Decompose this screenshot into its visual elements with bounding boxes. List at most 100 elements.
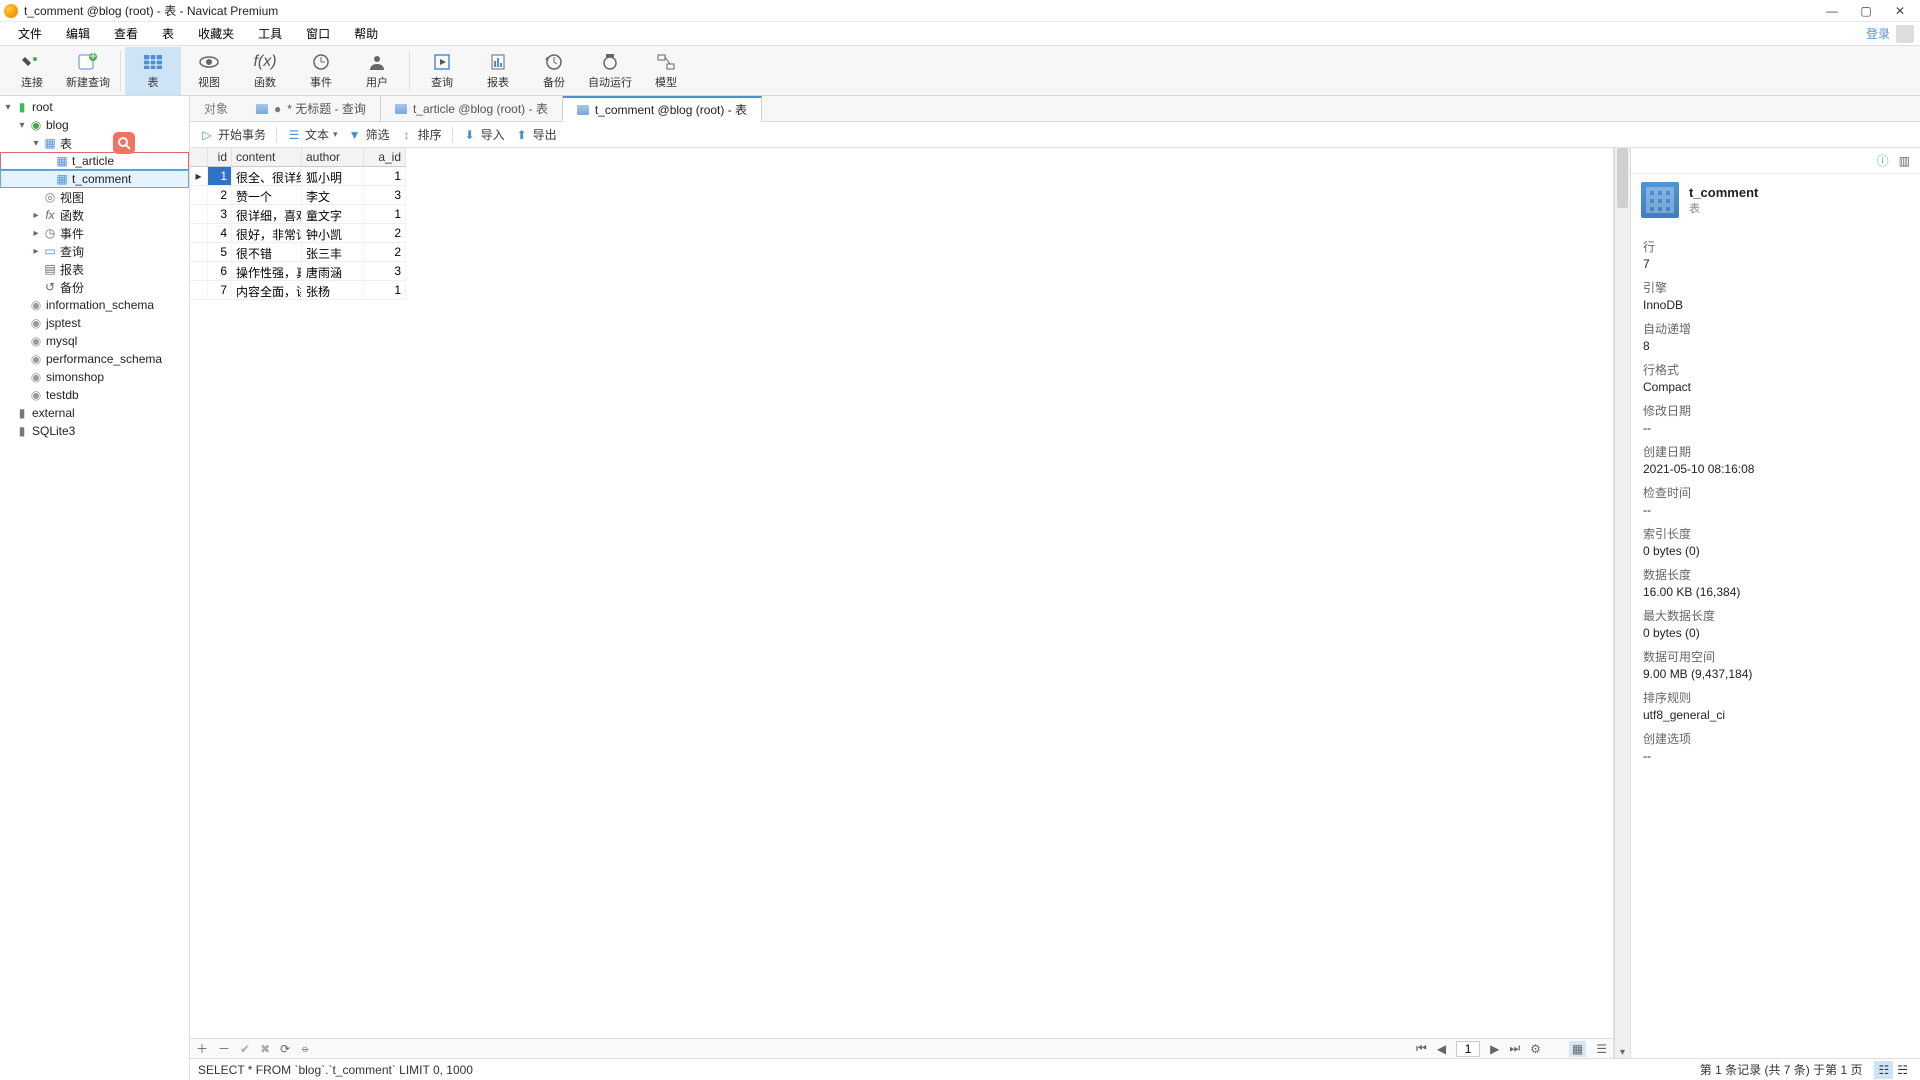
info-icon[interactable]: ⓘ [1877, 152, 1889, 169]
toolbar-automation[interactable]: 自动运行 [582, 47, 638, 95]
grid-view-button[interactable]: ▦ [1569, 1041, 1586, 1057]
panel-toggle-icon[interactable]: ▥ [1899, 154, 1910, 168]
first-page-button[interactable]: ⏮ [1416, 1041, 1427, 1056]
text-mode-button[interactable]: ☰ 文本 ▾ [287, 126, 338, 143]
page-input[interactable] [1456, 1041, 1480, 1057]
cell-id[interactable]: 3 [208, 205, 232, 224]
row-marker[interactable] [190, 205, 208, 224]
cell-author[interactable]: 唐雨涵 [302, 262, 364, 281]
tree-views[interactable]: ◎ 视图 [0, 188, 189, 206]
cell-id[interactable]: 2 [208, 186, 232, 205]
cell-content[interactable]: 操作性强，真 [232, 262, 302, 281]
row-marker[interactable] [190, 262, 208, 281]
add-row-button[interactable]: ＋ [196, 1040, 208, 1057]
cell-author[interactable]: 童文字 [302, 205, 364, 224]
tree-db-testdb[interactable]: ◉ testdb [0, 386, 189, 404]
cancel-button[interactable]: ✖ [260, 1042, 270, 1056]
export-button[interactable]: ⬆ 导出 [515, 126, 557, 143]
menu-window[interactable]: 窗口 [294, 23, 342, 44]
toolbar-query[interactable]: 查询 [414, 47, 470, 95]
import-button[interactable]: ⬇ 导入 [463, 126, 505, 143]
cell-aid[interactable]: 3 [364, 186, 406, 205]
tree-db-blog[interactable]: ▾ ◉ blog [0, 116, 189, 134]
column-header-aid[interactable]: a_id [364, 148, 406, 167]
cell-author[interactable]: 狐小明 [302, 167, 364, 186]
maximize-button[interactable]: ▢ [1858, 4, 1874, 18]
cell-content[interactable]: 内容全面，讲 [232, 281, 302, 300]
sidebar-tree[interactable]: ▾ ▮ root ▾ ◉ blog ▾ ▦ 表 ▦ t_article ▦ t_… [0, 96, 190, 1080]
form-view-button[interactable]: ☰ [1596, 1042, 1607, 1056]
cell-id[interactable]: 6 [208, 262, 232, 281]
delete-row-button[interactable]: － [218, 1040, 230, 1057]
last-page-button[interactable]: ⏭ [1509, 1041, 1520, 1056]
tree-conn-sqlite3[interactable]: ▮ SQLite3 [0, 422, 189, 440]
menu-view[interactable]: 查看 [102, 23, 150, 44]
tree-reports[interactable]: ▤ 报表 [0, 260, 189, 278]
tree-db-information-schema[interactable]: ◉ information_schema [0, 296, 189, 314]
settings-icon[interactable]: ⚙ [1530, 1042, 1541, 1056]
row-marker[interactable] [190, 243, 208, 262]
cell-author[interactable]: 钟小凯 [302, 224, 364, 243]
toolbar-connect[interactable]: 连接 [4, 47, 60, 95]
tree-db-performance-schema[interactable]: ◉ performance_schema [0, 350, 189, 368]
search-icon[interactable] [113, 132, 135, 154]
avatar-icon[interactable] [1896, 25, 1914, 43]
vertical-scrollbar[interactable]: ▴ ▾ [1614, 148, 1630, 1058]
column-header-id[interactable]: id [208, 148, 232, 167]
menu-file[interactable]: 文件 [6, 23, 54, 44]
cell-id[interactable]: 1 [208, 167, 232, 186]
row-marker[interactable] [190, 224, 208, 243]
toolbar-event[interactable]: 事件 [293, 47, 349, 95]
minimize-button[interactable]: — [1824, 4, 1840, 18]
form-toggle-icon[interactable]: ☷ [1874, 1061, 1893, 1079]
cell-id[interactable]: 7 [208, 281, 232, 300]
toolbar-view[interactable]: 视图 [181, 47, 237, 95]
tree-db-jsptest[interactable]: ◉ jsptest [0, 314, 189, 332]
tree-queries[interactable]: ▸ ▭ 查询 [0, 242, 189, 260]
tree-db-mysql[interactable]: ◉ mysql [0, 332, 189, 350]
row-marker[interactable] [190, 167, 208, 186]
cell-aid[interactable]: 1 [364, 205, 406, 224]
tab-objects[interactable]: 对象 [190, 96, 242, 121]
tree-table-t-article[interactable]: ▦ t_article [0, 152, 189, 170]
row-marker[interactable] [190, 186, 208, 205]
menu-favorites[interactable]: 收藏夹 [186, 23, 246, 44]
cell-aid[interactable]: 3 [364, 262, 406, 281]
sql-toggle-icon[interactable]: ☵ [1893, 1061, 1912, 1079]
cell-id[interactable]: 4 [208, 224, 232, 243]
menu-tools[interactable]: 工具 [246, 23, 294, 44]
cell-author[interactable]: 张三丰 [302, 243, 364, 262]
login-link[interactable]: 登录 [1866, 25, 1890, 42]
row-marker[interactable] [190, 281, 208, 300]
toolbar-table[interactable]: 表 [125, 47, 181, 95]
toolbar-report[interactable]: 报表 [470, 47, 526, 95]
cell-content[interactable]: 很好，非常详 [232, 224, 302, 243]
stop-button[interactable]: ⦵ [300, 1041, 310, 1056]
column-header-author[interactable]: author [302, 148, 364, 167]
cell-aid[interactable]: 1 [364, 281, 406, 300]
cell-id[interactable]: 5 [208, 243, 232, 262]
tree-conn-root[interactable]: ▾ ▮ root [0, 98, 189, 116]
cell-aid[interactable]: 2 [364, 243, 406, 262]
tree-tables-group[interactable]: ▾ ▦ 表 [0, 134, 189, 152]
toolbar-function[interactable]: f(x) 函数 [237, 47, 293, 95]
sort-button[interactable]: ↕ 排序 [400, 126, 442, 143]
tree-db-simonshop[interactable]: ◉ simonshop [0, 368, 189, 386]
toolbar-backup[interactable]: 备份 [526, 47, 582, 95]
toolbar-user[interactable]: 用户 [349, 47, 405, 95]
cell-content[interactable]: 赞一个 [232, 186, 302, 205]
tab-t-article[interactable]: t_article @blog (root) - 表 [381, 96, 563, 121]
begin-transaction-button[interactable]: ▷ 开始事务 [200, 126, 266, 143]
toolbar-model[interactable]: 模型 [638, 47, 694, 95]
cell-content[interactable]: 很全、很详细 [232, 167, 302, 186]
next-page-button[interactable]: ▶ [1490, 1042, 1499, 1056]
column-header-content[interactable]: content [232, 148, 302, 167]
data-grid[interactable]: id content author a_id 1很全、很详细狐小明12赞一个李文… [190, 148, 1614, 1058]
refresh-button[interactable]: ⟳ [280, 1042, 290, 1056]
menu-table[interactable]: 表 [150, 23, 186, 44]
cell-content[interactable]: 很详细，喜欢 [232, 205, 302, 224]
menu-edit[interactable]: 编辑 [54, 23, 102, 44]
apply-button[interactable]: ✔ [240, 1042, 250, 1056]
tab-untitled-query[interactable]: ● * 无标题 - 查询 [242, 96, 381, 121]
tree-conn-external[interactable]: ▮ external [0, 404, 189, 422]
